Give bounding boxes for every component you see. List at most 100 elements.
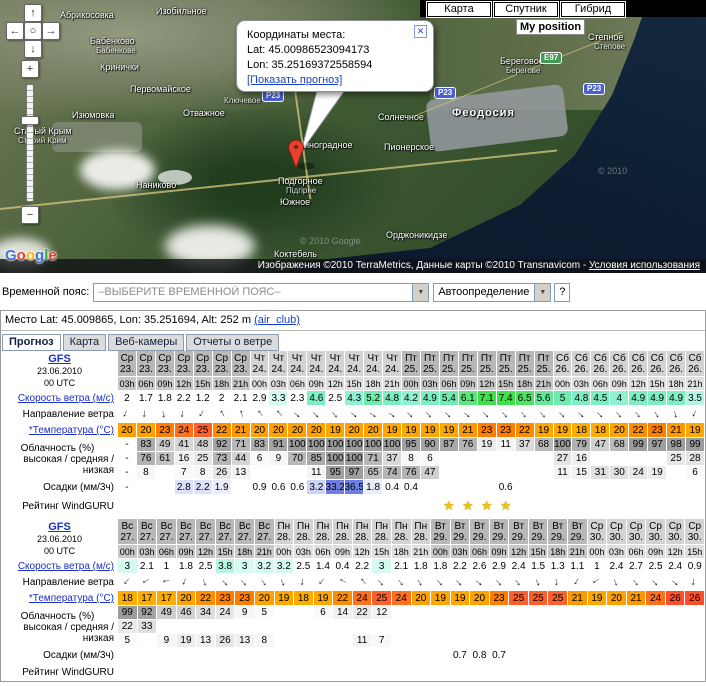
pan-right-icon[interactable]: → [42, 22, 60, 40]
day-header-cell: Пт25. [516, 351, 535, 377]
zoom-out-button[interactable]: − [21, 206, 39, 224]
zoom-slider-handle[interactable] [21, 116, 39, 125]
rating-cell [666, 663, 686, 681]
zoom-in-button[interactable]: + [21, 60, 39, 78]
google-logo-letter: o [17, 247, 26, 264]
wind-speed-cell: 2.5 [196, 559, 216, 574]
cloud-high-cell: 91 [269, 438, 288, 452]
day-header-cell: Пн28. [275, 519, 295, 545]
chevron-down-icon[interactable]: ▼ [412, 284, 428, 301]
place-info-bar: Место Lat: 45.009865, Lon: 35.251694, Al… [1, 311, 705, 331]
cloud-high-cell: 99 [686, 438, 705, 452]
tab-webcams[interactable]: Веб-камеры [108, 334, 184, 351]
cloud-cover-row-label: Облачность (%)высокая / средняя / низкая [1, 606, 118, 648]
rating-cell [255, 663, 275, 681]
day-header-cell: Чт24. [251, 351, 270, 377]
model-link[interactable]: GFS [48, 353, 71, 365]
rating-cell [345, 495, 364, 517]
wind-speed-cell: 3.5 [686, 391, 705, 406]
day-header-cell: Вт29. [568, 519, 588, 545]
map-type-button-map[interactable]: Карта [427, 2, 491, 17]
tab-wind-reports[interactable]: Отчеты о ветре [186, 334, 279, 351]
hour-header-cell: 12h [326, 377, 345, 391]
tab-map[interactable]: Карта [63, 334, 106, 351]
temperature-cell: 20 [255, 591, 275, 606]
pan-center-icon[interactable]: ○ [24, 22, 42, 40]
temperature-cell: 21 [667, 423, 686, 438]
wind-speed-link[interactable]: Скорость ветра (м/с) [18, 393, 114, 404]
wind-speed-cell: 4 [610, 391, 629, 406]
precipitation-cell: 0.9 [251, 480, 270, 495]
precipitation-cell [255, 648, 275, 663]
spot-link[interactable]: (air_club) [254, 314, 300, 326]
cloud-cover-row-label: Облачность (%)высокая / средняя / низкая [1, 438, 118, 480]
wind-speed-cell: 2.2 [175, 391, 194, 406]
precipitation-cell: 33.2 [326, 480, 345, 495]
terms-of-use-link[interactable]: Условия использования [589, 260, 700, 271]
cloud-mid-cell [478, 452, 497, 466]
day-header-cell: Ср23. [118, 351, 137, 377]
day-header-cell: Пн28. [333, 519, 353, 545]
map-type-button-satellite[interactable]: Спутник [494, 2, 558, 17]
timezone-auto-select[interactable]: Автоопределение ▼ [433, 283, 551, 302]
pan-left-icon[interactable]: ← [6, 22, 24, 40]
cloud-high-cell: 11 [497, 438, 516, 452]
zoom-slider-track[interactable] [26, 84, 34, 202]
cloud-high-cell: 48 [194, 438, 213, 452]
cloud-mid-cell: 85 [307, 452, 326, 466]
rating-cell [137, 495, 156, 517]
wind-direction-cell: → [194, 406, 213, 423]
map-place-label: Абрикосовка [60, 10, 114, 20]
pan-down-icon[interactable]: ↓ [24, 40, 42, 58]
tab-forecast[interactable]: Прогноз [2, 334, 61, 351]
hour-header-cell: 09h [610, 377, 629, 391]
wind-direction-cell: → [627, 574, 647, 591]
wind-speed-link[interactable]: Скорость ветра (м/с) [18, 561, 114, 572]
wind-direction-row-label: Направление ветра [1, 574, 118, 591]
show-forecast-link[interactable]: [Показать прогноз] [247, 74, 342, 86]
temperature-cell: 17 [138, 591, 158, 606]
map-place-label: Орджоникидзе [386, 230, 447, 240]
wind-arrow-icon: → [569, 574, 585, 590]
temperature-cell: 23 [478, 423, 497, 438]
day-header-cell: Вс27. [138, 519, 158, 545]
wind-speed-cell: 7.4 [497, 391, 516, 406]
precipitation-cell [294, 648, 314, 663]
hour-header-cell: 15h [648, 377, 667, 391]
map-canvas[interactable]: ИзобильноеАбрикосовкаБабенковоБабенковеК… [0, 0, 706, 273]
cloud-low-cell: 13 [235, 634, 255, 648]
temperature-cell: 25 [194, 423, 213, 438]
google-logo-letter: o [26, 247, 35, 264]
cloud-high-cell [490, 606, 510, 620]
cloud-mid-cell: 8 [402, 452, 421, 466]
hour-header-cell: 18h [516, 377, 535, 391]
my-position-button[interactable]: My position [516, 19, 585, 35]
wind-direction-cell: → [667, 406, 686, 423]
chevron-down-icon[interactable]: ▼ [534, 284, 550, 301]
wind-speed-cell: 2.4 [666, 559, 686, 574]
wind-speed-cell: 6.1 [459, 391, 478, 406]
pan-up-icon[interactable]: ↑ [24, 4, 42, 22]
timezone-select[interactable]: –ВЫБЕРИТЕ ВРЕМЕННОЙ ПОЯС– ▼ [93, 283, 429, 302]
hour-header-cell: 12h [509, 545, 529, 559]
wind-direction-cell: → [646, 574, 666, 591]
help-button[interactable]: ? [554, 283, 570, 302]
hour-header-cell: 09h [646, 545, 666, 559]
cloud-mid-cell [470, 620, 490, 634]
temperature-link[interactable]: *Температура (°C) [29, 425, 114, 436]
map-type-button-hybrid[interactable]: Гибрид [561, 2, 625, 17]
day-header-cell: Сб26. [554, 351, 573, 377]
cloud-mid-cell [516, 452, 535, 466]
day-header-cell: Ср30. [627, 519, 647, 545]
close-icon[interactable]: ✕ [414, 25, 427, 38]
day-header-cell: Сб26. [591, 351, 610, 377]
cloud-high-cell: 100 [307, 438, 326, 452]
precipitation-cell [459, 480, 478, 495]
hour-header-cell: 18h [667, 377, 686, 391]
temperature-cell: 20 [470, 591, 490, 606]
cloud-low-cell [478, 466, 497, 480]
day-header-cell: Чт24. [383, 351, 402, 377]
wind-direction-cell: → [216, 574, 236, 591]
temperature-link[interactable]: *Температура (°C) [29, 593, 114, 604]
model-link[interactable]: GFS [48, 521, 71, 533]
